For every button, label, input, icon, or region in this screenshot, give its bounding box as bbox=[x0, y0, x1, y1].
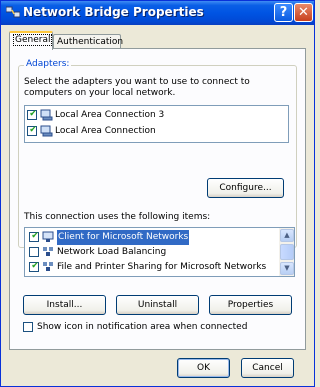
scroll-thumb[interactable] bbox=[280, 244, 294, 260]
check-mark-icon: ✔ bbox=[31, 261, 39, 271]
tab-general-label: General bbox=[13, 34, 53, 46]
close-button[interactable]: ✕ bbox=[294, 3, 313, 22]
window-title: Network Bridge Properties bbox=[23, 5, 204, 19]
cancel-button[interactable]: Cancel bbox=[241, 358, 294, 378]
item-label: Network Load Balancing bbox=[57, 247, 167, 257]
item-label: File and Printer Sharing for Microsoft N… bbox=[57, 262, 267, 272]
network-adapter-icon bbox=[40, 109, 53, 121]
items-list[interactable]: ✔ Client for Microsoft Networks Network … bbox=[24, 227, 295, 277]
adapter-checkbox[interactable]: ✔ bbox=[27, 125, 37, 136]
check-mark-icon: ✔ bbox=[29, 109, 37, 119]
tab-authentication-label: Authentication bbox=[57, 37, 124, 47]
uninstall-button[interactable]: Uninstall bbox=[116, 295, 199, 315]
properties-button[interactable]: Properties bbox=[209, 295, 292, 315]
title-bar[interactable]: Network Bridge Properties ? ✕ bbox=[1, 1, 314, 25]
tab-general[interactable]: General bbox=[9, 31, 53, 50]
item-label: Client for Microsoft Networks bbox=[57, 230, 190, 245]
help-button[interactable]: ? bbox=[274, 3, 293, 22]
tab-bar: General Authentication bbox=[1, 29, 314, 50]
list-item[interactable]: ✔ Client for Microsoft Networks bbox=[29, 230, 280, 245]
network-service-icon bbox=[43, 262, 53, 271]
scroll-up-icon[interactable]: ▲ bbox=[280, 229, 294, 242]
general-tab-panel: Adapters: Select the adapters you want t… bbox=[9, 48, 306, 350]
adapter-label: Local Area Connection 3 bbox=[55, 110, 165, 120]
items-scrollbar[interactable]: ▲ ▼ bbox=[279, 228, 294, 276]
adapters-list[interactable]: ✔ Local Area Connection 3 ✔ Local Area C… bbox=[24, 105, 289, 143]
item-checkbox[interactable]: ✔ bbox=[29, 261, 39, 272]
list-item[interactable]: Network Load Balancing bbox=[29, 245, 280, 260]
adapters-legend: Adapters: bbox=[24, 59, 72, 69]
install-button[interactable]: Install... bbox=[23, 295, 106, 315]
adapter-checkbox[interactable]: ✔ bbox=[27, 109, 37, 120]
item-checkbox[interactable]: ✔ bbox=[29, 231, 39, 242]
network-client-icon bbox=[42, 231, 54, 242]
ok-button[interactable]: OK bbox=[177, 358, 230, 378]
network-service-icon bbox=[43, 247, 53, 256]
show-icon-label: Show icon in notification area when conn… bbox=[37, 322, 248, 332]
tab-authentication[interactable]: Authentication bbox=[53, 34, 124, 49]
show-icon-checkbox[interactable] bbox=[23, 322, 33, 332]
network-bridge-icon bbox=[6, 6, 20, 18]
check-mark-icon: ✔ bbox=[31, 231, 39, 241]
configure-button[interactable]: Configure... bbox=[207, 178, 284, 198]
adapter-label: Local Area Connection bbox=[55, 126, 156, 136]
items-heading: This connection uses the following items… bbox=[24, 212, 211, 222]
scroll-down-icon[interactable]: ▼ bbox=[280, 262, 294, 275]
item-checkbox[interactable] bbox=[29, 247, 39, 257]
network-adapter-icon bbox=[40, 125, 53, 137]
adapters-description: Select the adapters you want to use to c… bbox=[24, 77, 250, 98]
list-item[interactable]: ✔ File and Printer Sharing for Microsoft… bbox=[29, 260, 280, 275]
check-mark-icon: ✔ bbox=[29, 125, 37, 135]
properties-dialog: Network Bridge Properties ? ✕ General Au… bbox=[0, 0, 315, 387]
